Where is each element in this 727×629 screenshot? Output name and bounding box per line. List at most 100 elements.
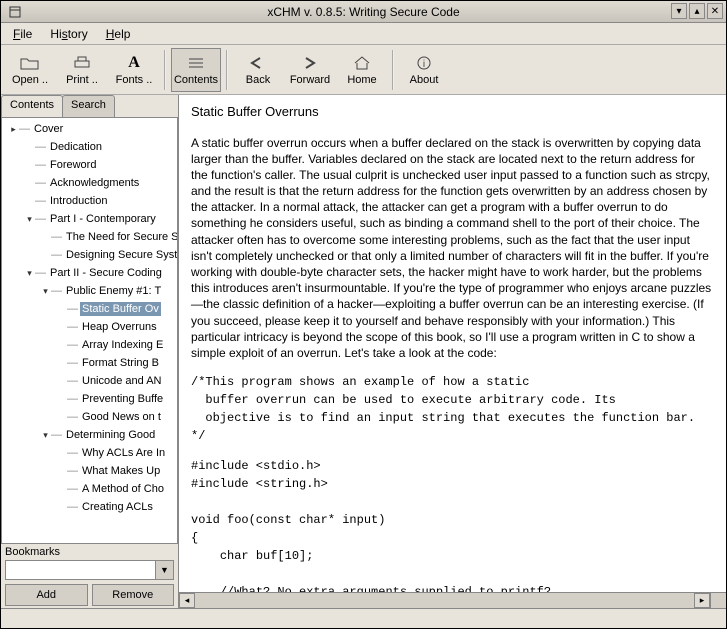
back-button[interactable]: Back bbox=[233, 48, 283, 92]
tree-branch-line: — bbox=[51, 249, 62, 261]
tree-item[interactable]: ▾—Public Enemy #1: T bbox=[2, 282, 177, 300]
system-menu-icon[interactable] bbox=[7, 4, 23, 20]
fonts-button[interactable]: A Fonts .. bbox=[109, 48, 159, 92]
tab-contents[interactable]: Contents bbox=[1, 95, 63, 117]
close-button[interactable]: ✕ bbox=[707, 3, 723, 19]
forward-button[interactable]: Forward bbox=[285, 48, 335, 92]
tree-item[interactable]: —Dedication bbox=[2, 138, 177, 156]
tree-node-leaf-icon bbox=[40, 250, 51, 261]
tree-branch-line: — bbox=[67, 393, 78, 405]
tree-node-leaf-icon bbox=[56, 322, 67, 333]
tree-item[interactable]: —Static Buffer Ov bbox=[2, 300, 177, 318]
doc-heading: Static Buffer Overruns bbox=[191, 103, 714, 121]
home-label: Home bbox=[347, 74, 376, 86]
home-button[interactable]: Home bbox=[337, 48, 387, 92]
tree-item-label: Public Enemy #1: T bbox=[64, 284, 163, 298]
tree-item-label: Part I - Contemporary bbox=[48, 212, 158, 226]
document-body[interactable]: Static Buffer Overruns A static buffer o… bbox=[179, 95, 726, 592]
tree-item[interactable]: —Heap Overruns bbox=[2, 318, 177, 336]
horizontal-scrollbar[interactable]: ◂ ▸ bbox=[179, 592, 726, 608]
tree-branch-line: — bbox=[67, 375, 78, 387]
tree-item-label: Foreword bbox=[48, 158, 98, 172]
tab-search[interactable]: Search bbox=[62, 95, 115, 117]
about-label: About bbox=[410, 74, 439, 86]
tree-item-label: Creating ACLs bbox=[80, 500, 155, 514]
print-button[interactable]: Print .. bbox=[57, 48, 107, 92]
folder-open-icon bbox=[20, 53, 40, 73]
svg-text:i: i bbox=[423, 59, 425, 70]
home-icon bbox=[353, 53, 371, 73]
bookmarks-combo[interactable] bbox=[5, 560, 156, 580]
menu-file[interactable]: File bbox=[5, 25, 40, 43]
tree-item-label: Heap Overruns bbox=[80, 320, 159, 334]
doc-paragraph: A static buffer overrun occurs when a bu… bbox=[191, 135, 714, 362]
tree-node-leaf-icon bbox=[24, 160, 35, 171]
tree-branch-line: — bbox=[67, 357, 78, 369]
tree-branch-line: — bbox=[67, 465, 78, 477]
tree-item-label: What Makes Up bbox=[80, 464, 162, 478]
tree-node-leaf-icon bbox=[56, 412, 67, 423]
tree-item[interactable]: —Introduction bbox=[2, 192, 177, 210]
tree-item[interactable]: ▾—Part I - Contemporary bbox=[2, 210, 177, 228]
tree-item[interactable]: —Acknowledgments bbox=[2, 174, 177, 192]
menu-help[interactable]: Help bbox=[98, 25, 139, 43]
tree-item[interactable]: —Unicode and AN bbox=[2, 372, 177, 390]
tree-item[interactable]: —What Makes Up bbox=[2, 462, 177, 480]
tree-branch-line: — bbox=[51, 429, 62, 441]
tree-item[interactable]: —The Need for Secure S bbox=[2, 228, 177, 246]
tree-item[interactable]: ▾—Part II - Secure Coding bbox=[2, 264, 177, 282]
chevron-down-icon[interactable]: ▾ bbox=[24, 268, 35, 279]
bookmarks-add-button[interactable]: Add bbox=[5, 584, 88, 606]
minimize-button[interactable]: ▾ bbox=[671, 3, 687, 19]
tree-item[interactable]: —Foreword bbox=[2, 156, 177, 174]
toolbar: Open .. Print .. A Fonts .. Contents Bac… bbox=[1, 45, 726, 95]
tree-item-label: The Need for Secure S bbox=[64, 230, 177, 244]
about-button[interactable]: i About bbox=[399, 48, 449, 92]
bookmarks-remove-button[interactable]: Remove bbox=[92, 584, 175, 606]
tree-item[interactable]: —Designing Secure Systems bbox=[2, 246, 177, 264]
maximize-button[interactable]: ▴ bbox=[689, 3, 705, 19]
printer-icon bbox=[72, 53, 92, 73]
forward-label: Forward bbox=[290, 74, 330, 86]
title-bar: xCHM v. 0.8.5: Writing Secure Code ▾ ▴ ✕ bbox=[1, 1, 726, 23]
chevron-down-icon[interactable]: ▾ bbox=[40, 430, 51, 441]
toolbar-separator bbox=[226, 50, 228, 90]
tree-item[interactable]: —Array Indexing E bbox=[2, 336, 177, 354]
tree-branch-line: — bbox=[19, 123, 30, 135]
font-icon: A bbox=[128, 53, 140, 73]
chevron-down-icon[interactable]: ▾ bbox=[24, 214, 35, 225]
open-label: Open .. bbox=[12, 74, 48, 86]
contents-toggle-button[interactable]: Contents bbox=[171, 48, 221, 92]
contents-tree[interactable]: ▸—Cover—Dedication—Foreword—Acknowledgme… bbox=[2, 118, 177, 543]
open-button[interactable]: Open .. bbox=[5, 48, 55, 92]
chevron-down-icon[interactable]: ▼ bbox=[156, 560, 174, 580]
tree-item[interactable]: —Why ACLs Are In bbox=[2, 444, 177, 462]
tree-item[interactable]: —Preventing Buffe bbox=[2, 390, 177, 408]
tree-item[interactable]: ▸—Cover bbox=[2, 120, 177, 138]
tree-branch-line: — bbox=[67, 339, 78, 351]
tree-item-label: Part II - Secure Coding bbox=[48, 266, 164, 280]
tree-branch-line: — bbox=[51, 231, 62, 243]
chevron-down-icon[interactable]: ▾ bbox=[40, 286, 51, 297]
tree-item-label: Introduction bbox=[48, 194, 109, 208]
resize-grip-icon[interactable] bbox=[710, 593, 726, 608]
bookmarks-label: Bookmarks bbox=[5, 546, 174, 558]
tree-branch-line: — bbox=[67, 483, 78, 495]
menu-history[interactable]: History bbox=[42, 25, 95, 43]
scroll-left-arrow-icon[interactable]: ◂ bbox=[179, 593, 195, 608]
contents-label: Contents bbox=[174, 74, 218, 86]
tree-branch-line: — bbox=[67, 411, 78, 423]
tree-item[interactable]: —Format String B bbox=[2, 354, 177, 372]
chevron-right-icon[interactable]: ▸ bbox=[8, 124, 19, 135]
tree-item-label: Format String B bbox=[80, 356, 161, 370]
tree-branch-line: — bbox=[35, 141, 46, 153]
tree-item[interactable]: —A Method of Cho bbox=[2, 480, 177, 498]
scroll-right-arrow-icon[interactable]: ▸ bbox=[694, 593, 710, 608]
tree-item[interactable]: —Creating ACLs bbox=[2, 498, 177, 516]
info-icon: i bbox=[416, 53, 432, 73]
tree-item-label: Determining Good bbox=[64, 428, 157, 442]
tree-item[interactable]: ▾—Determining Good bbox=[2, 426, 177, 444]
arrow-left-icon bbox=[248, 53, 268, 73]
tree-item[interactable]: —Good News on t bbox=[2, 408, 177, 426]
tree-node-leaf-icon bbox=[56, 304, 67, 315]
